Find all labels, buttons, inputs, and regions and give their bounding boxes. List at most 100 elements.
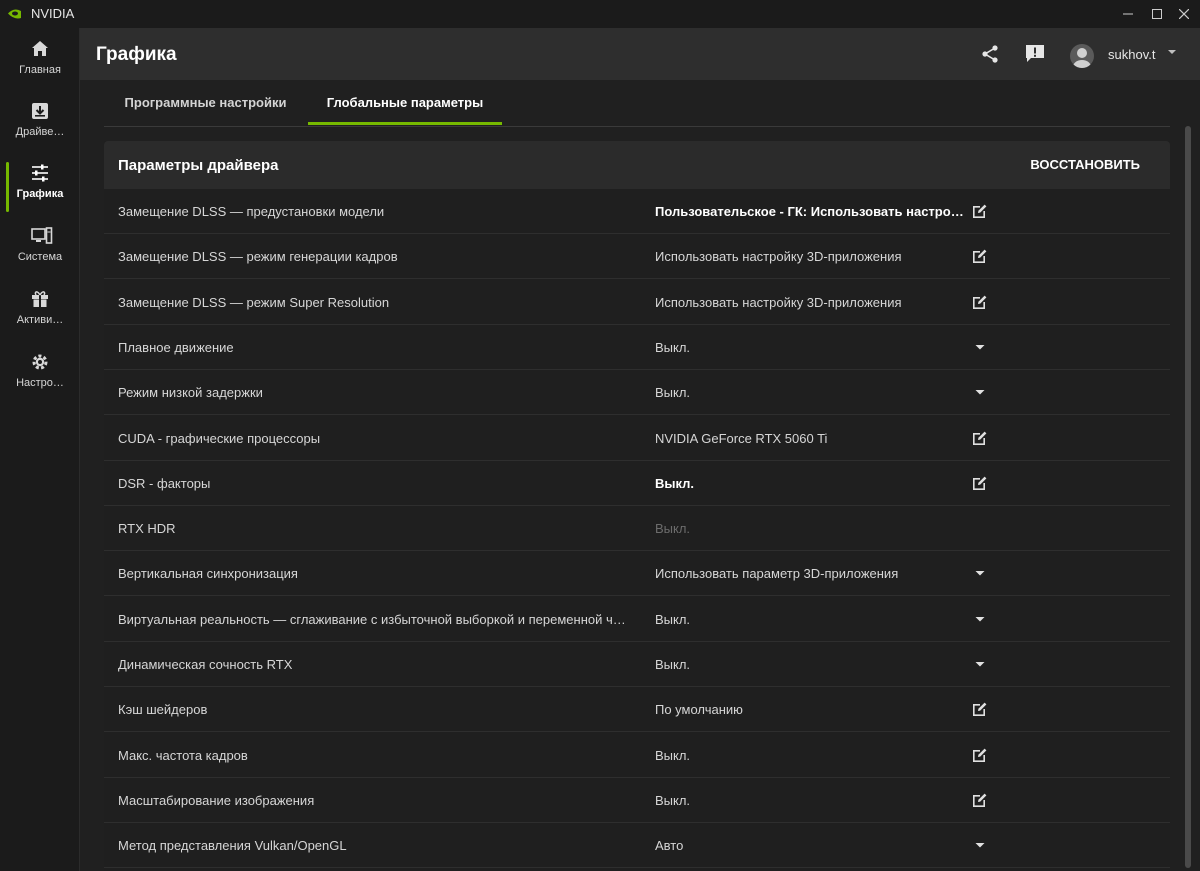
edit-icon [973,748,987,762]
setting-value[interactable]: Выкл. [655,657,690,672]
share-icon [982,45,998,63]
setting-label: Масштабирование изображения [118,792,315,808]
setting-value[interactable]: Использовать параметр 3D-приложения [655,566,898,581]
setting-row[interactable]: Замещение DLSS — режим генерации кадров И… [104,234,1170,280]
scrollbar[interactable] [1185,126,1191,868]
edit-icon [973,793,987,807]
close-window-button[interactable] [1170,0,1198,28]
setting-row[interactable]: Метод представления Vulkan/OpenGL Авто [104,823,1170,869]
setting-row[interactable]: Виртуальная реальность — сглаживание с и… [104,597,1170,642]
dropdown-button[interactable] [970,563,990,583]
setting-row[interactable]: Кэш шейдеров По умолчанию [104,687,1170,733]
setting-value: Использовать настройку 3D-приложения [655,249,902,265]
setting-row[interactable]: Плавное движение Выкл. [104,325,1170,370]
feedback-button[interactable] [1023,42,1047,66]
setting-row[interactable]: Вертикальная синхронизация Использовать п… [104,551,1170,597]
sidebar-item-system[interactable]: Система [0,221,80,277]
restore-button[interactable]: ВОССТАНОВИТЬ [1014,153,1156,176]
sidebar-item-label: Графика [16,188,64,200]
edit-button[interactable] [970,790,990,810]
setting-value[interactable]: Авто [655,838,683,853]
edit-button[interactable] [970,745,990,765]
dropdown-button[interactable] [970,609,990,629]
edit-button[interactable] [970,473,990,493]
avatar[interactable] [1070,44,1094,68]
chevron-down-icon [975,344,985,350]
sidebar-item-settings[interactable]: Настро… [0,347,80,403]
sidebar: Главная Драйве… Графика Система Активи… … [0,28,80,871]
sliders-icon [32,164,48,182]
setting-value: По умолчанию [655,702,743,718]
tab-bar: Программные настройки Глобальные парамет… [104,80,1170,127]
sidebar-item-label: Драйве… [15,126,65,138]
setting-value: Выкл. [655,475,695,491]
user-icon [1073,48,1091,68]
dropdown-button[interactable] [970,382,990,402]
setting-row[interactable]: Замещение DLSS — режим Super Resolution И… [104,280,1170,325]
page-title: Графика [96,44,177,65]
sidebar-item-label: Настро… [16,377,64,389]
feedback-icon [1026,45,1044,62]
setting-row[interactable]: CUDA - графические процессоры NVIDIA GeFo… [104,416,1170,461]
setting-value[interactable]: Выкл. [655,385,690,400]
share-button[interactable] [978,42,1002,66]
setting-label: Режим низкой задержки [118,385,263,401]
sidebar-item-home[interactable]: Главная [0,34,80,90]
panel-header: Параметры драйвера ВОССТАНОВИТЬ [104,141,1170,189]
gift-icon [32,291,48,307]
setting-row[interactable]: Масштабирование изображения Выкл. [104,778,1170,823]
chevron-down-icon[interactable] [1166,46,1178,58]
setting-value[interactable]: Выкл. [655,612,690,627]
tab-program-settings[interactable]: Программные настройки [104,80,307,125]
setting-label: Макс. частота кадров [118,747,248,763]
setting-row[interactable]: Динамическая сочность RTX Выкл. [104,642,1170,687]
download-icon [32,103,48,119]
dropdown-button[interactable] [970,835,990,855]
setting-label: Вертикальная синхронизация [118,566,298,582]
chevron-down-icon [975,616,985,622]
setting-row[interactable]: Замещение DLSS — предустановки модели Пол… [104,189,1170,234]
setting-label: DSR - факторы [118,475,211,491]
edit-button[interactable] [970,428,990,448]
setting-value[interactable]: Выкл. [655,340,690,355]
setting-label: Виртуальная реальность — сглаживание с и… [118,611,628,627]
edit-icon [973,702,987,717]
sidebar-item-label: Активи… [16,314,64,326]
home-icon [32,41,48,56]
monitor-icon [31,227,53,244]
setting-label: Плавное движение [118,339,234,355]
chevron-down-icon [975,662,985,667]
sidebar-item-rewards[interactable]: Активи… [0,284,80,340]
minimize-button[interactable] [1114,0,1142,28]
close-icon [1179,9,1189,19]
maximize-button[interactable] [1143,0,1171,28]
sidebar-item-drivers[interactable]: Драйве… [0,96,80,152]
setting-row[interactable]: Макс. частота кадров Выкл. [104,733,1170,778]
edit-icon [973,249,987,264]
setting-value: Использовать настройку 3D-приложения [655,294,902,310]
edit-button[interactable] [970,201,990,221]
edit-button[interactable] [970,246,990,266]
edit-button[interactable] [970,699,990,719]
setting-label: Кэш шейдеров [118,702,208,718]
tab-global-settings[interactable]: Глобальные параметры [308,80,502,125]
setting-label: Метод представления Vulkan/OpenGL [118,838,347,854]
chevron-down-icon [975,390,985,395]
sidebar-item-graphics[interactable]: Графика [0,158,80,214]
edit-button[interactable] [970,292,990,312]
setting-label: CUDA - графические процессоры [118,430,321,446]
chevron-down-icon [975,571,985,576]
page-header: Графика sukhov.t [80,28,1200,80]
dropdown-button[interactable] [970,337,990,357]
setting-value: NVIDIA GeForce RTX 5060 Ti [655,430,828,446]
window-titlebar: NVIDIA [0,0,1200,28]
username[interactable]: sukhov.t [1108,47,1155,62]
setting-label: Замещение DLSS — режим генерации кадров [118,249,398,265]
setting-row[interactable]: DSR - факторы Выкл. [104,461,1170,506]
setting-row[interactable]: Режим низкой задержки Выкл. [104,370,1170,416]
driver-settings-panel: Параметры драйвера ВОССТАНОВИТЬ Замещени… [104,141,1170,871]
dropdown-button[interactable] [970,654,990,674]
minimize-icon [1123,13,1133,15]
setting-label: RTX HDR [118,521,176,537]
setting-row: RTX HDR Выкл. [104,506,1170,552]
